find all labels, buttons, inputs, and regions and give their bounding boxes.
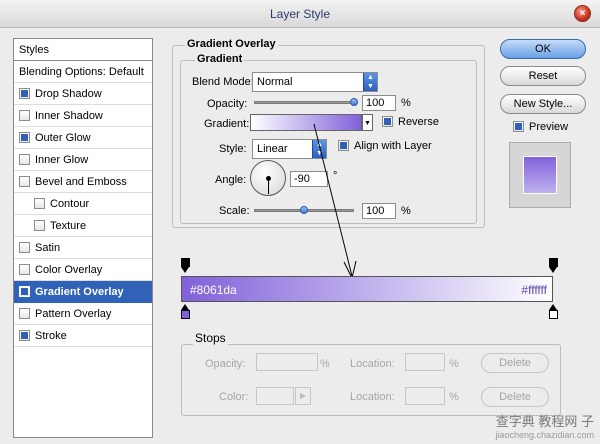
color-stop-left[interactable]: [181, 304, 190, 319]
opacity-stop-left[interactable]: [181, 258, 190, 273]
stops-color-location-percent: %: [449, 391, 459, 403]
opacity-stop-right[interactable]: [549, 258, 558, 273]
stops-title: Stops: [193, 331, 228, 345]
stops-color-arrow-icon[interactable]: ▶: [295, 387, 311, 405]
color-stop-right[interactable]: [549, 304, 558, 319]
stops-opacity-location-percent: %: [449, 358, 459, 370]
stops-opacity-label: Opacity:: [205, 358, 246, 370]
watermark: 查字典 教程网 子 jiaocheng.chazidian.com: [495, 411, 594, 440]
stops-color-label: Color:: [219, 391, 249, 403]
stops-color-swatch[interactable]: [256, 387, 294, 405]
stops-color-location-field[interactable]: [405, 387, 445, 405]
layer-style-dialog: Layer Style × Styles Blending Options: D…: [0, 0, 600, 444]
right-color-label: #ffffff: [521, 283, 547, 297]
watermark-line1: 查字典 教程网 子: [495, 414, 594, 429]
stops-opacity-location-field[interactable]: [405, 353, 445, 371]
stops-opacity-location-label: Location:: [350, 358, 395, 370]
watermark-line2: jiaocheng.chazidian.com: [495, 430, 594, 440]
stops-color-location-label: Location:: [350, 391, 395, 403]
gradient-editor-bar[interactable]: #8061da #ffffff: [181, 276, 553, 302]
left-color-label: #8061da: [190, 283, 237, 297]
stops-opacity-delete-button[interactable]: Delete: [481, 353, 549, 373]
stops-opacity-field[interactable]: [256, 353, 318, 371]
stops-opacity-percent: %: [320, 358, 330, 370]
stops-color-delete-button[interactable]: Delete: [481, 387, 549, 407]
